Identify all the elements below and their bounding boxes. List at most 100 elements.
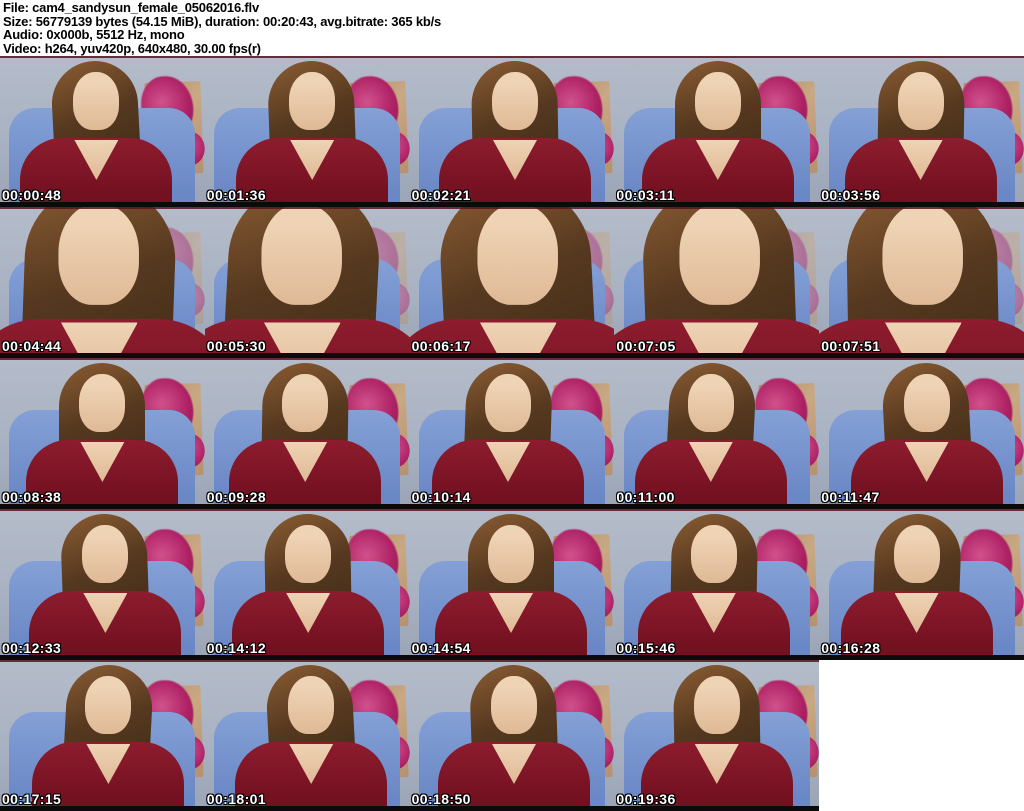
video-thumbnail[interactable]: SPIC 00:05:30 [204, 207, 410, 358]
video-thumbnail[interactable]: SPIC 00:14:54 [409, 509, 615, 660]
face-shape [490, 676, 537, 734]
video-thumbnail[interactable]: SPIC 00:04:44 [0, 207, 205, 358]
thumbnail-image: SPIC [0, 358, 205, 509]
thumbnail-timestamp: 00:08:38 [2, 489, 62, 505]
thumbnail-image: SPIC [614, 56, 820, 207]
thumbnail-image: SPIC [409, 660, 615, 811]
video-thumbnail[interactable]: SPIC 00:10:14 [409, 358, 615, 509]
face-shape [897, 72, 944, 130]
thumbnail-timestamp: 00:10:14 [411, 489, 471, 505]
frame-top-line [614, 207, 820, 209]
video-contact-sheet: File: cam4_sandysun_female_05062016.flv … [0, 0, 1024, 811]
thumbnail-image: SPIC [0, 56, 205, 207]
thumbnail-timestamp: 00:17:15 [2, 791, 62, 807]
frame-top-line [0, 660, 205, 662]
thumbnail-timestamp: 00:07:05 [616, 338, 676, 354]
frame-top-line [819, 56, 1024, 58]
person-figure [413, 56, 615, 207]
thumbnail-image: SPIC [204, 660, 410, 811]
frame-top-line [409, 509, 615, 511]
thumbnail-timestamp: 00:06:17 [411, 338, 471, 354]
frame-top-line [0, 509, 205, 511]
video-thumbnail[interactable]: SPIC 00:18:50 [409, 660, 615, 811]
thumbnail-image: SPIC [614, 358, 820, 509]
thumbnail-grid: SPIC 00:00:48 SPIC [0, 56, 1024, 811]
person-figure [410, 358, 611, 509]
video-thumbnail[interactable]: SPIC 00:11:00 [614, 358, 820, 509]
file-name-line: File: cam4_sandysun_female_05062016.flv [3, 0, 259, 15]
video-thumbnail[interactable]: SPIC 00:11:47 [819, 358, 1024, 509]
frame-top-line [0, 207, 205, 209]
person-figure [206, 509, 410, 660]
face-shape [59, 207, 140, 305]
person-figure [3, 509, 205, 660]
video-thumbnail[interactable]: SPIC 00:08:38 [0, 358, 205, 509]
video-thumbnail[interactable]: SPIC 00:09:28 [204, 358, 410, 509]
frame-top-line [819, 358, 1024, 360]
video-thumbnail[interactable]: SPIC 00:19:36 [614, 660, 820, 811]
thumbnail-timestamp: 00:15:46 [616, 640, 676, 656]
person-figure [409, 207, 615, 358]
frame-top-line [204, 207, 410, 209]
frame-top-line [204, 56, 410, 58]
video-thumbnail[interactable]: SPIC 00:06:17 [409, 207, 615, 358]
video-thumbnail[interactable]: SPIC 00:07:51 [819, 207, 1024, 358]
thumbnail-image: SPIC [0, 207, 205, 358]
video-thumbnail[interactable]: SPIC 00:17:15 [0, 660, 205, 811]
face-shape [687, 374, 734, 432]
face-shape [484, 374, 531, 432]
thumbnail-timestamp: 00:18:50 [411, 791, 471, 807]
face-shape [491, 72, 538, 130]
thumbnail-timestamp: 00:14:12 [206, 640, 267, 656]
thumbnail-image: SPIC [819, 358, 1024, 509]
frame-top-line [0, 358, 205, 360]
face-shape [82, 525, 129, 583]
person-figure [209, 660, 410, 811]
face-shape [288, 676, 335, 734]
thumbnail-image: SPIC [204, 207, 410, 358]
video-info-line: Video: h264, yuv420p, 640x480, 30.00 fps… [3, 40, 261, 56]
thumbnail-timestamp: 00:11:47 [821, 489, 880, 505]
thumbnail-timestamp: 00:18:01 [206, 791, 267, 807]
video-thumbnail[interactable]: SPIC 00:02:21 [409, 56, 615, 207]
thumbnail-timestamp: 00:19:36 [616, 791, 676, 807]
person-figure [819, 509, 1019, 660]
frame-top-line [204, 509, 410, 511]
face-shape [903, 374, 950, 432]
thumbnail-timestamp: 00:14:54 [411, 640, 471, 656]
person-figure [614, 207, 820, 358]
video-thumbnail[interactable]: SPIC 00:15:46 [614, 509, 820, 660]
video-thumbnail[interactable]: SPIC 00:03:56 [819, 56, 1024, 207]
person-figure [6, 660, 205, 811]
thumbnail-timestamp: 00:01:36 [206, 187, 267, 203]
thumbnail-timestamp: 00:02:21 [411, 187, 471, 203]
person-figure [614, 660, 819, 811]
face-shape [680, 207, 762, 305]
thumbnail-image: SPIC [204, 509, 410, 660]
thumbnail-image: SPIC [409, 56, 615, 207]
video-thumbnail[interactable]: SPIC 00:18:01 [204, 660, 410, 811]
frame-top-line [614, 660, 820, 662]
frame-top-line [409, 56, 615, 58]
face-shape [289, 72, 336, 130]
face-shape [883, 207, 964, 305]
video-thumbnail[interactable]: SPIC 00:16:28 [819, 509, 1024, 660]
person-figure [412, 660, 615, 811]
video-thumbnail[interactable]: SPIC 00:00:48 [0, 56, 205, 207]
video-thumbnail[interactable]: SPIC 00:07:05 [614, 207, 820, 358]
person-figure [205, 358, 408, 509]
person-figure [819, 207, 1024, 358]
face-shape [693, 676, 740, 734]
face-shape [690, 525, 737, 583]
frame-top-line [204, 358, 410, 360]
video-thumbnail[interactable]: SPIC 00:01:36 [204, 56, 410, 207]
video-thumbnail[interactable]: SPIC 00:12:33 [0, 509, 205, 660]
video-thumbnail[interactable]: SPIC 00:03:11 [614, 56, 820, 207]
frame-top-line [409, 207, 615, 209]
thumbnail-image: SPIC [409, 509, 615, 660]
frame-top-line [614, 358, 820, 360]
person-figure [615, 56, 819, 207]
thumbnail-image: SPIC [409, 358, 615, 509]
frame-top-line [614, 509, 820, 511]
video-thumbnail[interactable]: SPIC 00:14:12 [204, 509, 410, 660]
